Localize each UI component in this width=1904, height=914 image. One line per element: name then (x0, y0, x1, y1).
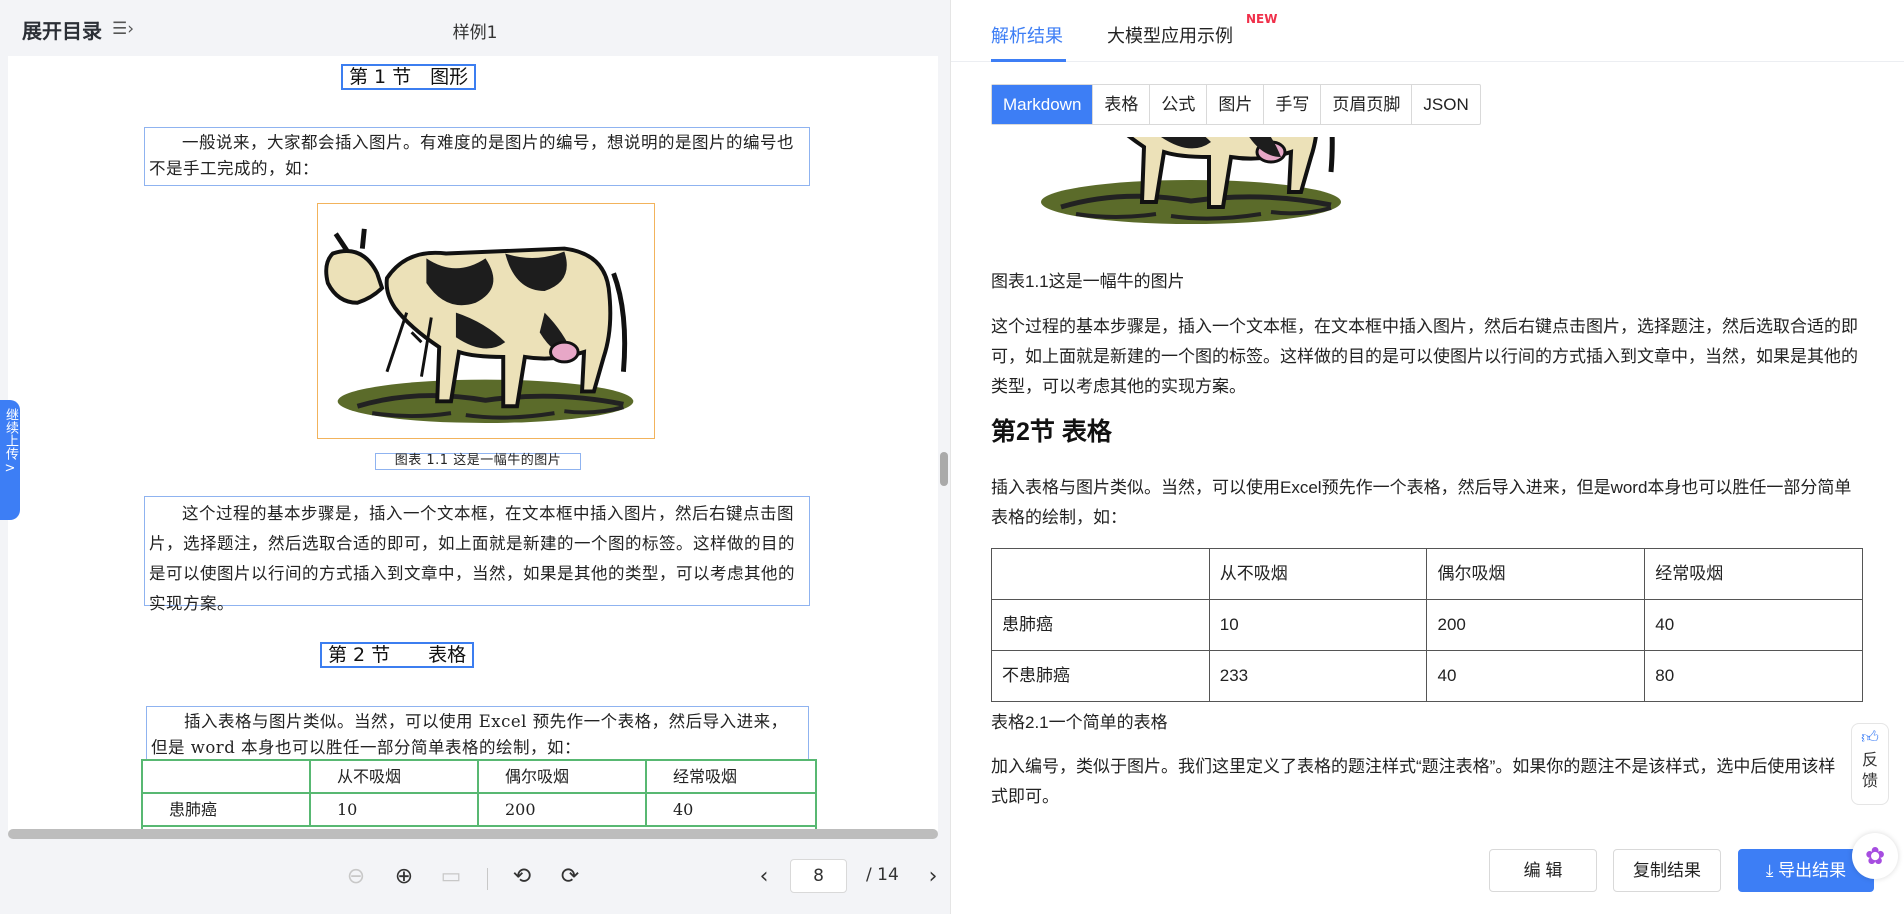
rotate-right-icon[interactable]: ⟳ (556, 864, 584, 889)
table-cell: 40 (1426, 650, 1646, 702)
cow-figure-box[interactable] (317, 203, 655, 439)
result-table: 从不吸烟 偶尔吸烟 经常吸烟 患肺癌 10 200 40 不患肺癌 233 40… (991, 548, 1863, 702)
table-row: 从不吸烟 偶尔吸烟 经常吸烟 (991, 548, 1863, 600)
format-tabs: Markdown 表格 公式 图片 手写 页眉页脚 JSON (991, 84, 1481, 125)
document-viewport[interactable]: 第 1 节 图形 一般说来，大家都会插入图片。有难度的是图片的编号，想说明的是图… (8, 56, 938, 831)
table-cell: 偶尔吸烟 (1426, 548, 1646, 600)
tab-llm-examples[interactable]: 大模型应用示例 (1107, 22, 1233, 48)
table-cell: 从不吸烟 (311, 761, 479, 792)
next-page-icon[interactable]: › (919, 864, 947, 889)
paragraph-box[interactable]: 一般说来，大家都会插入图片。有难度的是图片的编号，想说明的是图片的编号也不是手工… (144, 127, 810, 186)
paragraph-text: 插入表格与图片类似。当然，可以使用 Excel 预先作一个表格，然后导入进来，但… (151, 712, 788, 757)
feedback-label: 反馈 (1861, 750, 1878, 790)
thumbs-up-icon: 👍︎ (1861, 728, 1879, 748)
table-cell: 从不吸烟 (1208, 548, 1428, 600)
result-paragraph: 加入编号，类似于图片。我们这里定义了表格的题注样式“题注表格”。如果你的题注不是… (991, 757, 1836, 806)
ai-assistant-icon[interactable]: ✿ (1852, 833, 1898, 879)
app-root: 展开目录 ☰› 样例1 第 1 节 图形 一般说来，大家都会插入图片。有难度的是… (0, 0, 1904, 914)
tab-markdown[interactable]: Markdown (992, 85, 1093, 124)
horizontal-scrollbar[interactable] (8, 829, 938, 839)
chevron-right-icon: > (4, 461, 16, 476)
cow-illustration (324, 228, 634, 423)
paragraph-box[interactable]: 这个过程的基本步骤是，插入一个文本框，在文本框中插入图片，然后右键点击图片，选择… (144, 496, 810, 613)
paragraph-box[interactable]: 插入表格与图片类似。当然，可以使用 Excel 预先作一个表格，然后导入进来，但… (146, 706, 809, 761)
vertical-scrollbar-thumb[interactable] (940, 452, 948, 486)
table-cell (143, 761, 311, 792)
tab-table[interactable]: 表格 (1092, 85, 1149, 124)
result-panel: 解析结果 大模型应用示例 NEW Markdown 表格 公式 图片 手写 页眉… (950, 0, 1904, 914)
result-heading: 第2节 表格 (991, 418, 1112, 446)
table-cell: 不患肺癌 (991, 650, 1210, 702)
feedback-widget[interactable]: 👍︎ 反馈 (1851, 723, 1889, 805)
table-cell: 200 (1426, 599, 1646, 651)
table-cell (991, 548, 1210, 600)
table-cell: 40 (1644, 599, 1863, 651)
result-table-caption: 表格2.1一个简单的表格 (991, 713, 1168, 732)
continue-upload-tab[interactable]: 继续上传 > (0, 400, 20, 520)
paragraph-text: 一般说来，大家都会插入图片。有难度的是图片的编号，想说明的是图片的编号也不是手工… (149, 133, 794, 178)
download-icon: ⤓ (1765, 861, 1779, 880)
zoom-in-icon[interactable]: ⊕ (390, 864, 418, 889)
document-viewer: 展开目录 ☰› 样例1 第 1 节 图形 一般说来，大家都会插入图片。有难度的是… (0, 0, 950, 914)
tab-header-footer[interactable]: 页眉页脚 (1320, 85, 1411, 124)
markdown-result-content[interactable]: 图表1.1这是一幅牛的图片 这个过程的基本步骤是，插入一个文本框，在文本框中插入… (991, 125, 1863, 825)
copy-result-button[interactable]: 复制结果 (1613, 849, 1721, 892)
tab-parse-result[interactable]: 解析结果 (991, 22, 1063, 48)
result-figure-caption: 图表1.1这是一幅牛的图片 (991, 272, 1185, 291)
page-total: / 14 (866, 865, 899, 885)
table-cell: 偶尔吸烟 (479, 761, 647, 792)
table-row: 患肺癌 10 200 40 (991, 599, 1863, 651)
result-paragraph: 这个过程的基本步骤是，插入一个文本框，在文本框中插入图片，然后右键点击图片，选择… (991, 317, 1858, 396)
table-cell: 80 (1644, 650, 1863, 702)
fit-page-icon[interactable]: ▭ (437, 864, 465, 889)
new-badge: NEW (1246, 12, 1278, 26)
table-cell: 40 (673, 800, 694, 819)
rotate-left-icon[interactable]: ⟲ (508, 864, 536, 889)
continue-upload-label: 继续上传 (3, 408, 18, 460)
paragraph-text: 这个过程的基本步骤是，插入一个文本框，在文本框中插入图片，然后右键点击图片，选择… (149, 504, 795, 613)
page-number-input[interactable] (790, 859, 847, 893)
zoom-out-icon[interactable]: ⊖ (342, 864, 370, 889)
figure-caption-box[interactable]: 图表 1.1 这是一幅牛的图片 (375, 453, 581, 470)
export-label: 导出结果 (1778, 861, 1847, 880)
section2-heading[interactable]: 第 2 节 表格 (320, 642, 475, 668)
cow-illustration (1041, 137, 1341, 224)
result-image (1021, 137, 1361, 262)
viewer-header: 展开目录 ☰› 样例1 (0, 0, 950, 58)
tab-json[interactable]: JSON (1411, 85, 1479, 124)
result-paragraph: 插入表格与图片类似。当然，可以使用Excel预先作一个表格，然后导入进来，但是w… (991, 478, 1852, 527)
prev-page-icon[interactable]: ‹ (750, 864, 778, 889)
table-cell: 患肺癌 (143, 794, 311, 825)
table-cell: 患肺癌 (991, 599, 1210, 651)
document-title: 样例1 (452, 23, 498, 43)
table-row: 不患肺癌 233 40 80 (991, 650, 1863, 702)
edit-button[interactable]: 编 辑 (1489, 849, 1597, 892)
table-cell: 经常吸烟 (673, 767, 738, 786)
document-table[interactable]: 从不吸烟 偶尔吸烟 经常吸烟 患肺癌 10 200 40 (141, 759, 817, 831)
toolbar-divider (487, 868, 488, 890)
table-cell: 200 (479, 794, 647, 825)
result-tabs: 解析结果 大模型应用示例 NEW (951, 0, 1904, 62)
document-page: 第 1 节 图形 一般说来，大家都会插入图片。有难度的是图片的编号，想说明的是图… (8, 56, 938, 831)
table-cell: 10 (311, 794, 479, 825)
active-tab-indicator (991, 59, 1066, 62)
section1-heading[interactable]: 第 1 节 图形 (341, 64, 477, 90)
tab-formula[interactable]: 公式 (1149, 85, 1206, 124)
viewer-toolbar: ⊖ ⊕ ▭ ⟲ ⟳ ‹ / 14 › (0, 858, 950, 898)
table-cell: 经常吸烟 (1644, 548, 1863, 600)
table-row: 患肺癌 10 200 40 (143, 794, 815, 827)
tab-image[interactable]: 图片 (1206, 85, 1263, 124)
table-row: 从不吸烟 偶尔吸烟 经常吸烟 (143, 761, 815, 794)
scrollbar-thumb[interactable] (8, 829, 938, 839)
table-cell: 233 (1208, 650, 1428, 702)
tab-handwriting[interactable]: 手写 (1263, 85, 1320, 124)
table-cell: 10 (1208, 599, 1428, 651)
